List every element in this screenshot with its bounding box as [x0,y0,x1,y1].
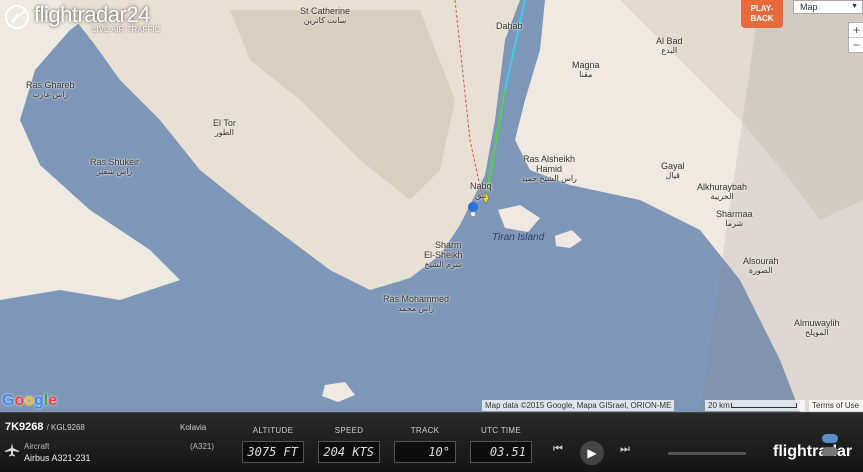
app-tagline: LIVE AIR TRAFFIC [92,25,161,34]
utc-time-value: 03.51 [470,441,532,463]
place-sharm-el-sheikh: Sharm El-Sheikh شرم الشيخ [424,240,463,269]
place-al-bad: Al Bad البدع [656,36,683,55]
map-terrain [0,0,863,412]
zoom-out-button[interactable]: − [849,37,863,52]
map-type-value: Map [800,2,818,12]
altitude-value: 3075 FT [242,441,304,463]
map-scale: 20 km [705,400,805,411]
place-st-catherine: St Catherine سانت كاترين [300,6,351,25]
radar-logo-icon [5,5,29,29]
scale-bar [731,403,797,408]
terms-link[interactable]: Terms of Use [809,400,863,411]
place-ras-ghareb: Ras Ghareb راس غارب [26,80,75,99]
toggle-switch-2[interactable] [822,447,838,456]
speed-value: 204 KTS [318,441,380,463]
place-sharmaa: Sharmaa شرما [716,209,753,228]
google-logo[interactable]: Google [2,392,57,410]
speed-readout: SPEED 204 KTS [316,413,382,472]
map-view[interactable]: St Catherine سانت كاترين Dahab Al Bad البد… [0,0,863,412]
place-ras-alsheikh: Ras Alsheikh Hamid راس الشيخ حميد [521,154,577,183]
place-el-tor: El Tor الطور [213,118,236,137]
altitude-readout: ALTITUDE 3075 FT [240,413,306,472]
map-attribution: Map data ©2015 Google, Mapa GISrael, ORI… [482,400,675,411]
utc-time-label: UTC TIME [480,426,522,435]
flight-callsign[interactable]: 7K9268 / KGL9268 [5,421,85,433]
place-nabq: Nabq نبق [470,181,492,200]
place-tiran-island: Tiran Island [492,232,545,243]
aircraft-code: (A321) [190,442,215,451]
track-label: TRACK [410,426,440,435]
place-almuwaylih: Almuwaylih المويلح [794,318,840,337]
airline-name: Kolavia [180,423,207,432]
airplane-icon [5,443,19,457]
playback-button[interactable]: PLAY- BACK [741,0,783,28]
aircraft-info: 7K9268 / KGL9268 Kolavia Aircraft (A321)… [0,413,220,472]
track-value: 10° [394,441,456,463]
callsign-label: 7K9268 [5,421,44,433]
place-alsourah: Alsourah الصورة [743,256,779,275]
place-dahab: Dahab [496,21,523,31]
place-alkhuraybah: Alkhuraybah الخريبة [697,182,748,201]
flight-info-panel: 7K9268 / KGL9268 Kolavia Aircraft (A321)… [0,412,863,472]
play-button[interactable]: ▶ [580,441,604,465]
place-magna: Magna مقنا [572,60,600,79]
place-gayal: Gayal قيال [661,161,685,180]
chevron-down-icon: ▼ [851,3,858,10]
aircraft-model: Airbus A321-231 [24,453,91,463]
utc-time-readout: UTC TIME 03.51 [468,413,534,472]
place-ras-mohammed: Ras Mohammed راس محمد [383,294,450,313]
speed-label: SPEED [334,426,364,435]
place-ras-shukeir: Ras Shukeir راس شقير [90,157,140,176]
track-readout: TRACK 10° [392,413,458,472]
aircraft-label: Aircraft [24,442,50,451]
forward-button[interactable]: ⏭ [620,443,630,456]
zoom-control: + − [848,22,863,53]
map-type-select[interactable]: Map ▼ [793,0,863,14]
icao-callsign-label: / KGL9268 [46,423,85,432]
rewind-button[interactable]: ⏮ [553,443,563,456]
zoom-in-button[interactable]: + [849,23,863,37]
playback-speed-slider[interactable] [668,452,746,455]
toggle-switch[interactable] [822,434,838,443]
footer-brand: flightradar [773,443,853,460]
altitude-label: ALTITUDE [252,426,294,435]
scale-label: 20 km [708,401,730,410]
